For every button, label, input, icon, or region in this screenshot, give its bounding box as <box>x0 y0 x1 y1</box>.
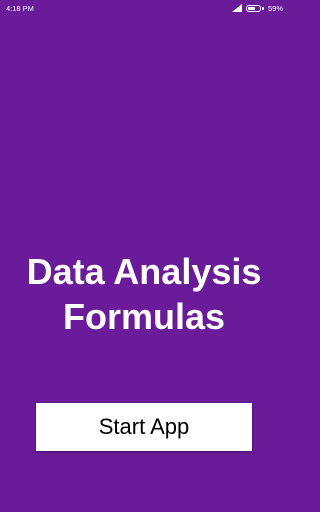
battery-percent: 59% <box>267 3 283 13</box>
start-app-button[interactable]: Start App <box>36 403 252 451</box>
app-title: Data Analysis Formulas <box>0 249 288 339</box>
status-time: 4:18 PM <box>6 3 34 13</box>
signal-icon <box>232 4 243 12</box>
status-bar: 4:18 PM 59% <box>0 0 288 16</box>
battery-icon <box>246 4 264 12</box>
status-icons: 59% <box>232 4 283 13</box>
app-title-line-1: Data Analysis <box>26 251 262 292</box>
app-title-line-2: Formulas <box>62 296 226 337</box>
battery-level-fill <box>248 6 255 10</box>
